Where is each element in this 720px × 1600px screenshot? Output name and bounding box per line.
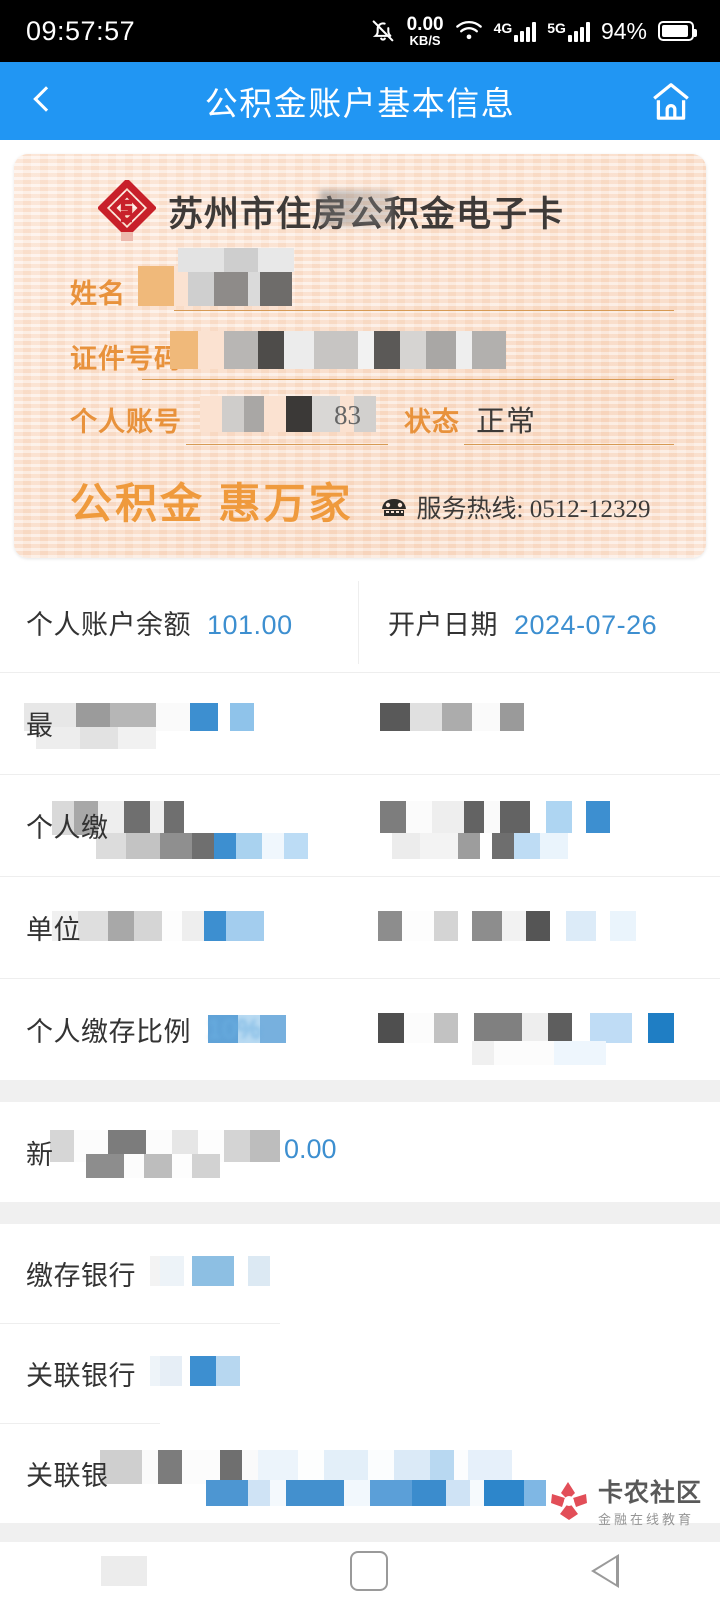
row-masked-content — [52, 911, 264, 941]
ecard-field-account-label: 个人账号 — [70, 407, 182, 437]
battery-icon — [658, 21, 697, 41]
open-date-cell: 开户日期 2024-07-26 — [358, 580, 720, 664]
table-row: 最 — [0, 673, 720, 774]
row-masked-value — [150, 1356, 240, 1386]
ecard-field-idno-underline — [142, 379, 674, 380]
home-square-icon[interactable] — [349, 1551, 388, 1591]
section-gap — [0, 1202, 720, 1224]
info-section-secondary: 新 0.00 — [0, 1102, 720, 1202]
row-masked-value-lower — [206, 1480, 546, 1506]
ecard-field-name-label: 姓名 — [70, 279, 126, 309]
ecard-field-status-value: 正常 — [476, 406, 537, 438]
balance-cell: 个人账户余额 101.00 — [0, 603, 358, 642]
row-label: 单位 — [26, 915, 81, 945]
watermark-text: 卡农社区 金融在线教育 — [598, 1473, 702, 1528]
balance-label: 个人账户余额 — [26, 609, 191, 640]
row-masked-value — [378, 1013, 674, 1043]
row-masked-value — [100, 1450, 512, 1484]
watermark-subtitle: 金融在线教育 — [597, 1512, 694, 1527]
row-label: 最 — [26, 711, 54, 741]
watermark: 卡农社区 金融在线教育 — [548, 1473, 702, 1528]
row-masked-value-lower — [472, 1041, 606, 1065]
watermark-title: 卡农社区 — [597, 1479, 702, 1507]
row-masked-value-lower — [392, 833, 568, 859]
housing-fund-logo-icon — [97, 178, 157, 242]
row-label: 个人缴 — [26, 813, 109, 843]
row-label: 个人缴存比例 — [26, 1017, 191, 1047]
network-speed-unit: KB/S — [409, 33, 441, 49]
ecard-footer: 公积金 惠万家 服务热线: 0512-12329 — [14, 470, 706, 531]
sim1-label: 4G — [493, 20, 513, 36]
ecard-hotline-label: 服务热线: 0512-12329 — [416, 496, 651, 523]
bell-off-icon — [370, 18, 396, 44]
ecard-field-account-visible-tail: 83 — [334, 400, 361, 430]
status-bar: 09:57:57 0.00 KB/S 4G 5G 94% — [0, 0, 720, 62]
ecard-field-idno-masked-value — [170, 331, 506, 369]
ecard-field-idno-label: 证件号码 — [70, 344, 182, 374]
housing-fund-ecard[interactable]: 苏州市住房公积金电子卡 姓名 证件号码 个人账号 83 状态 正常 公积金 惠万… — [14, 154, 706, 558]
table-row: 新 0.00 — [0, 1102, 720, 1202]
row-label: 关联银 — [26, 1461, 109, 1491]
telephone-icon — [380, 496, 408, 518]
ecard-hotline: 服务热线: 0512-12329 — [380, 489, 651, 531]
sim2-bars-icon — [567, 20, 590, 42]
table-row: 个人缴 — [0, 775, 720, 876]
section-gap — [0, 1080, 720, 1102]
network-speed-value: 0.00 — [406, 13, 444, 35]
home-icon[interactable] — [648, 80, 694, 122]
back-triangle-icon[interactable] — [590, 1554, 619, 1588]
row-label: 新 — [26, 1139, 54, 1170]
android-nav-bar — [0, 1542, 720, 1600]
row-masked-value — [380, 703, 524, 731]
table-row: 个人缴存比例 10% — [0, 979, 720, 1080]
row-value: 0.00 — [284, 1134, 337, 1164]
info-section-primary: 个人账户余额 101.00 开户日期 2024-07-26 最 个人缴 单位 个… — [0, 558, 720, 1080]
ecard-slogan: 公积金 惠万家 — [70, 482, 354, 528]
ecard-field-account: 个人账号 83 状态 正常 — [14, 386, 706, 456]
wifi-icon — [455, 20, 483, 42]
row-label: 缴存银行 — [26, 1261, 136, 1291]
status-bar-icons: 0.00 KB/S 4G 5G 94% — [370, 13, 697, 49]
ecard-field-name: 姓名 — [14, 248, 706, 323]
row-label: 关联银行 — [26, 1361, 136, 1391]
table-row: 单位 — [0, 877, 720, 978]
kanong-logo-icon — [548, 1480, 590, 1522]
battery-percent-label: 94% — [600, 17, 647, 44]
row-masked-value — [380, 801, 610, 833]
page-title: 公积金账户基本信息 — [204, 85, 516, 122]
row-masked-value — [378, 911, 636, 941]
balance-value: 101.00 — [207, 609, 293, 640]
ecard-field-status-underline — [464, 444, 674, 445]
sim2-signal-indicator: 5G — [547, 20, 590, 42]
summary-row: 个人账户余额 101.00 开户日期 2024-07-26 — [0, 572, 720, 672]
row-masked-content-lower — [36, 727, 156, 749]
ecard-field-idno: 证件号码 — [14, 323, 706, 386]
open-date-value: 2024-07-26 — [514, 609, 658, 640]
row-value: 10% — [207, 1014, 262, 1044]
ecard-field-name-masked-value-upper — [178, 248, 294, 272]
ecard-field-name-masked-value — [138, 266, 292, 306]
sim2-label: 5G — [547, 20, 566, 36]
ecard-field-account-underline — [186, 444, 388, 445]
sim1-bars-icon — [514, 20, 537, 42]
table-row: 关联银行 — [0, 1324, 720, 1423]
row-masked-content-lower — [96, 833, 308, 859]
recents-icon[interactable] — [101, 1556, 148, 1586]
row-masked-value — [150, 1256, 270, 1286]
sim1-signal-indicator: 4G — [494, 20, 537, 42]
ecard-container: 苏州市住房公积金电子卡 姓名 证件号码 个人账号 83 状态 正常 公积金 惠万… — [0, 140, 720, 558]
ecard-field-status-label: 状态 — [404, 407, 460, 437]
ecard-header: 苏州市住房公积金电子卡 — [14, 154, 706, 242]
table-row: 缴存银行 — [0, 1224, 720, 1323]
ecard-title: 苏州市住房公积金电子卡 — [168, 186, 564, 237]
row-masked-content-lower — [86, 1154, 220, 1178]
ecard-field-name-underline — [174, 310, 674, 311]
status-bar-clock: 09:57:57 — [26, 15, 136, 46]
network-speed-indicator: 0.00 KB/S — [406, 13, 444, 49]
open-date-label: 开户日期 — [388, 609, 498, 640]
app-header: 公积金账户基本信息 — [0, 62, 720, 140]
